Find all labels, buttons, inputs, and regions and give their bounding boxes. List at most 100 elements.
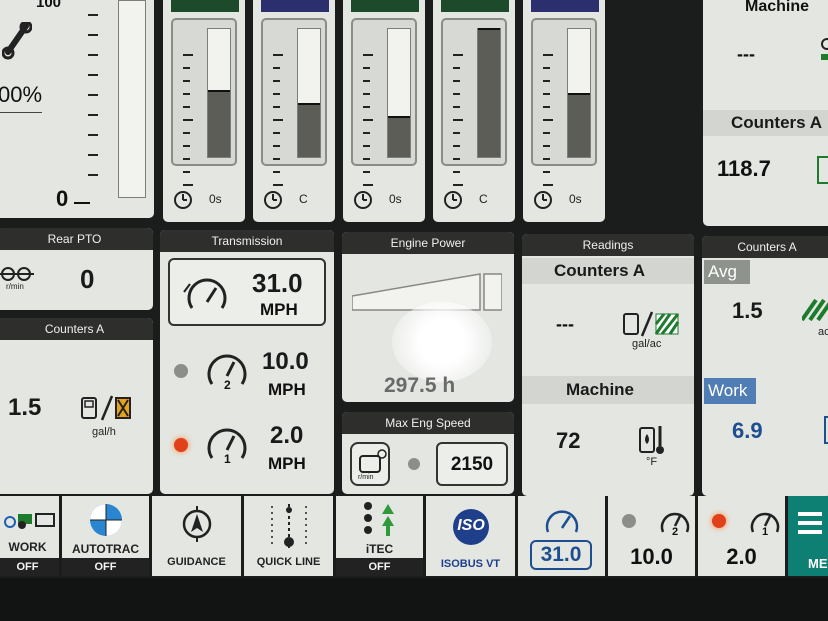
quick-line-icon — [268, 502, 310, 550]
bottom-shortcut-bar: WORK OFF AUTOTRAC OFF GUIDANCE QUICK LIN… — [0, 496, 828, 578]
itec-state: OFF — [336, 558, 423, 576]
section-header — [351, 0, 419, 12]
section-scale — [261, 18, 327, 186]
max-eng-speed-button[interactable]: 2150 — [436, 442, 508, 486]
rear-pto-panel[interactable]: Rear PTO r/min 0 — [0, 228, 153, 310]
section-footer: 0s — [389, 192, 402, 206]
preset2-value: 10.0 — [262, 348, 309, 375]
readings-machine-title[interactable]: Machine — [522, 376, 694, 404]
speedometer-preset2-icon[interactable]: 2 — [204, 350, 252, 394]
section-scale — [441, 18, 507, 186]
counters-a-left-panel[interactable]: Counters A 1.5 gal/h — [0, 318, 153, 494]
avg-tab[interactable]: Avg — [704, 260, 750, 284]
section-gauge-2[interactable]: C — [253, 0, 335, 222]
preset2-shortcut-value: 10.0 — [630, 544, 673, 569]
preset2-unit: MPH — [268, 380, 306, 399]
quick-line-button[interactable]: QUICK LINE — [244, 496, 334, 576]
section-gauge-3[interactable]: 0s — [343, 0, 425, 222]
autotrac-state: OFF — [62, 558, 149, 576]
transmission-panel: Transmission 31.0 MPH 2 10.0 MPH 1 2.0 M… — [160, 230, 334, 494]
readings-counters-unit: gal/ac — [632, 338, 662, 350]
isobus-vt-button[interactable]: ISO ISOBUS VT — [426, 496, 516, 576]
gauge-bar — [118, 0, 146, 198]
engine-rpm-icon: r/min — [350, 442, 390, 486]
autotrac-label: AUTOTRAC — [71, 542, 140, 556]
section-gauge-4[interactable]: C — [433, 0, 515, 222]
section-footer: 0s — [569, 192, 582, 206]
section-scale — [351, 18, 417, 186]
load-gauge-panel: 100 00% 0 — [0, 0, 154, 218]
current-speed-button[interactable]: 31.0 MPH — [168, 258, 326, 326]
section-header — [531, 0, 599, 12]
preset1-lamp — [174, 438, 188, 452]
timer-icon — [353, 190, 373, 210]
section-gauge-5[interactable]: 0s — [523, 0, 605, 222]
gauge-scale — [88, 14, 102, 194]
preset2-shortcut-button[interactable]: 2 10.0 — [608, 496, 696, 576]
autotrac-button[interactable]: AUTOTRAC OFF — [62, 496, 150, 576]
bottom-bezel — [0, 578, 828, 621]
guidance-button[interactable]: GUIDANCE — [152, 496, 242, 576]
max-eng-speed-title: Max Eng Speed — [342, 412, 514, 434]
work-button[interactable]: WORK OFF — [0, 496, 60, 576]
itec-button[interactable]: iTEC OFF — [336, 496, 424, 576]
tractor-work-icon — [4, 508, 58, 530]
readings-title: Readings — [522, 234, 694, 256]
engine-power-panel: Engine Power 297.5 h — [342, 232, 514, 402]
wrench-icon — [1, 20, 33, 60]
current-speed-value: 31.0 — [252, 268, 303, 298]
readings-counters-value: --- — [556, 314, 574, 334]
max-eng-speed-panel[interactable]: Max Eng Speed r/min 2150 — [342, 412, 514, 494]
readings-panel: Readings Counters A --- gal/ac Machine 7… — [522, 234, 694, 496]
max-speed-lamp — [408, 458, 420, 470]
counters-a-left-title: Counters A — [0, 318, 153, 340]
area-hatch-icon — [800, 298, 828, 322]
preset2-lamp — [174, 364, 188, 378]
screen-glare — [392, 302, 492, 382]
readings-counters-title[interactable]: Counters A — [522, 258, 694, 284]
iso-logo-icon: ISO — [448, 508, 494, 546]
avg-value: 1.5 — [732, 298, 763, 323]
speedometer-preset1-icon[interactable]: 1 — [204, 424, 252, 468]
timer-icon — [443, 190, 463, 210]
readings-machine-unit: °F — [646, 456, 658, 468]
preset1-shortcut-value: 2.0 — [726, 544, 757, 569]
menu-icon — [798, 510, 822, 538]
counters-title-top: Counters A — [703, 110, 828, 136]
counters-a-right-panel: Counters A Avg 1.5 ac Work 6.9 — [702, 236, 828, 496]
section-level-bar — [567, 28, 591, 158]
counters-value-top: 118.7 — [717, 156, 771, 181]
speedometer-preset2-shortcut-icon: 2 — [658, 506, 692, 542]
timer-icon — [263, 190, 283, 210]
speedometer-shortcut-icon — [542, 506, 582, 534]
temperature-icon — [638, 424, 668, 458]
timer-icon — [533, 190, 553, 210]
work-value: 6.9 — [732, 418, 763, 443]
pto-rpm-icon: r/min — [0, 262, 34, 292]
speedometer-preset1-shortcut-icon: 1 — [748, 506, 782, 542]
counters-a-left-unit: gal/h — [92, 426, 116, 438]
section-gauge-1[interactable]: 0s — [163, 0, 245, 222]
guidance-label: GUIDANCE — [167, 556, 226, 568]
work-tab[interactable]: Work — [704, 378, 756, 404]
section-scale — [171, 18, 237, 186]
max-eng-speed-value: 2150 — [450, 454, 494, 475]
gauge-percent: 00% — [0, 82, 43, 107]
section-footer: C — [479, 192, 488, 206]
section-level-bar — [387, 28, 411, 158]
gauge-max-label: 100 — [36, 0, 62, 11]
counters-a-right-title: Counters A — [702, 236, 828, 258]
itec-label: iTEC — [365, 542, 394, 556]
engine-power-title: Engine Power — [342, 232, 514, 254]
menu-button[interactable]: ME — [788, 496, 828, 576]
speed-shortcut-button[interactable]: 31.0 — [518, 496, 606, 576]
transmission-title: Transmission — [160, 230, 334, 252]
speedometer-icon — [182, 276, 230, 312]
guidance-icon — [180, 506, 214, 542]
machine-panel-top: Machine --- Counters A 118.7 — [703, 0, 828, 226]
current-speed-unit: MPH — [260, 300, 298, 319]
preset1-shortcut-button[interactable]: 1 2.0 — [698, 496, 786, 576]
fuel-per-acre-icon — [622, 310, 682, 338]
section-level-bar — [207, 28, 231, 158]
avg-unit: ac — [818, 326, 828, 338]
